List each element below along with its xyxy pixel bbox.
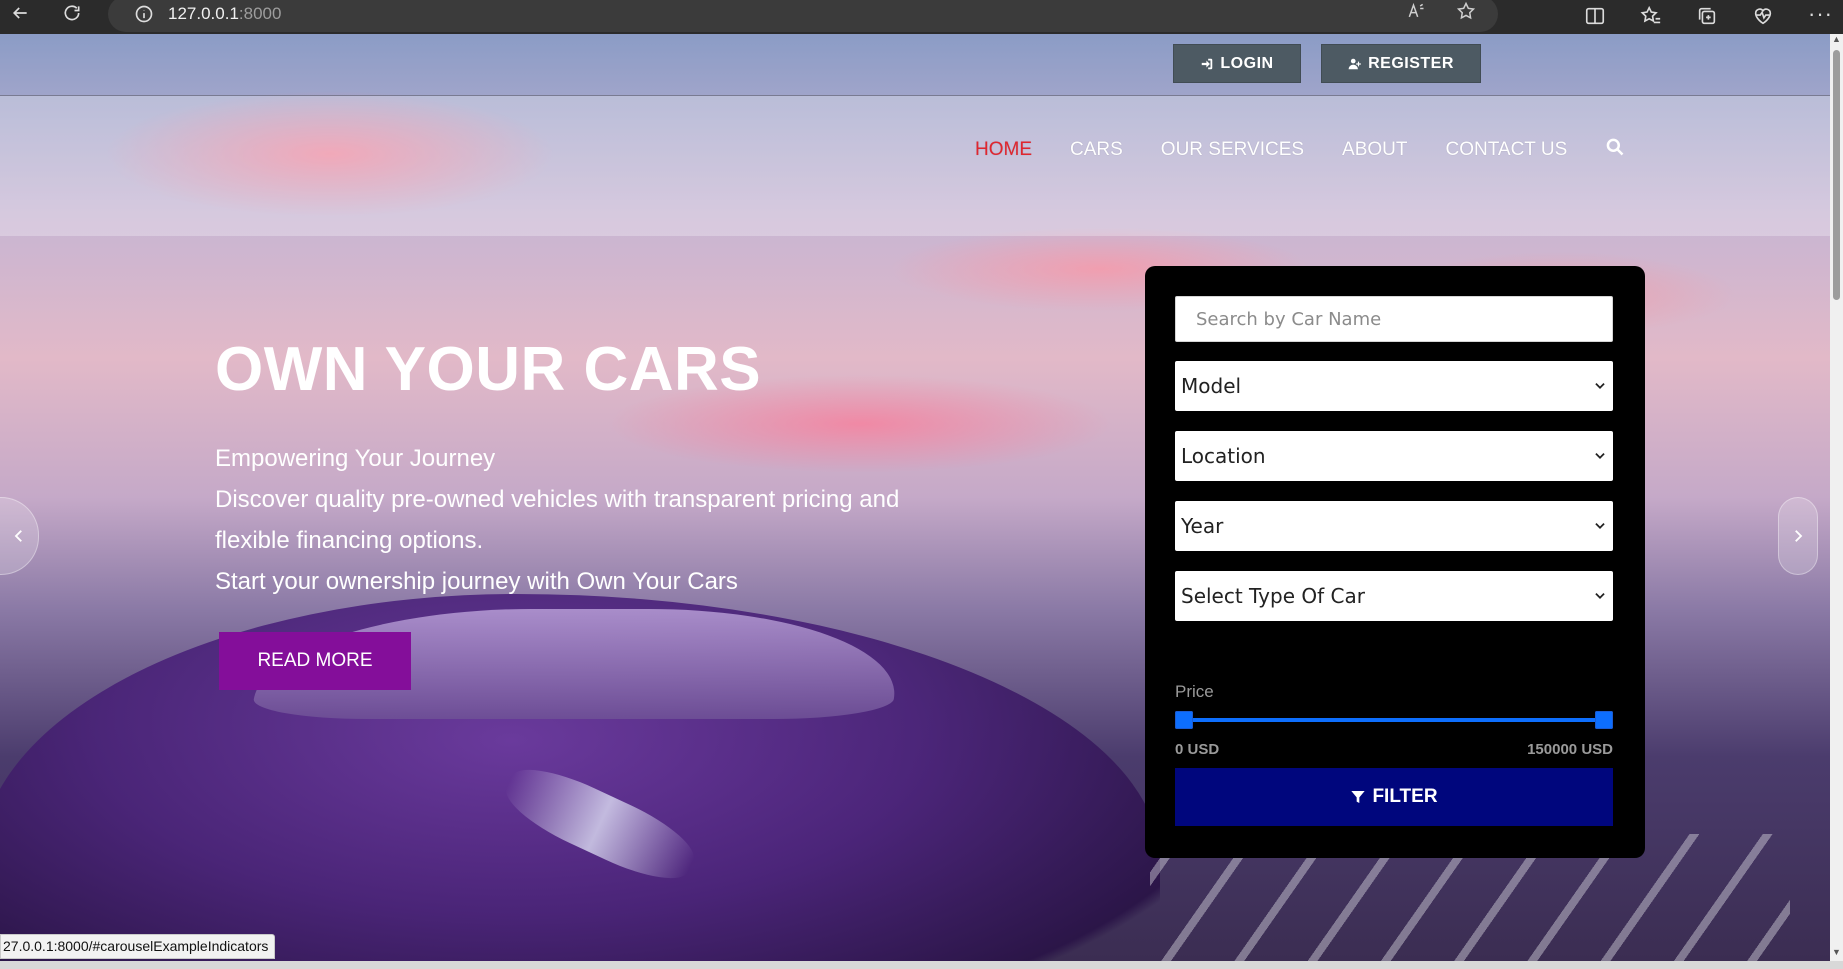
site-info-icon[interactable] (126, 4, 162, 24)
location-select[interactable]: Location (1175, 431, 1613, 481)
chevron-down-icon (1595, 383, 1605, 389)
scroll-thumb[interactable] (1833, 50, 1840, 300)
car-filter-panel: Model Location Year Select Type Of Car P… (1145, 266, 1645, 858)
login-button[interactable]: LOGIN (1173, 44, 1301, 83)
price-max-handle[interactable] (1595, 711, 1613, 729)
read-aloud-icon[interactable] (1406, 1, 1426, 26)
chevron-right-icon (1795, 530, 1803, 542)
price-slider-track (1181, 718, 1607, 722)
scroll-down-arrow-icon[interactable]: ▼ (1830, 947, 1843, 961)
header-band (0, 96, 1830, 236)
back-icon[interactable] (0, 0, 40, 30)
filter-button[interactable]: FILTER (1175, 768, 1613, 826)
price-min-value: 0 USD (1175, 741, 1220, 758)
car-name-search-input[interactable] (1175, 296, 1613, 342)
url-text: 127.0.0.1:8000 (168, 4, 282, 23)
price-max-value: 150000 USD (1527, 741, 1613, 758)
address-bar[interactable]: 127.0.0.1:8000 (108, 0, 1498, 32)
header-divider (0, 95, 1830, 96)
nav-our-services[interactable]: OUR SERVICES (1161, 139, 1304, 161)
model-select[interactable]: Model (1175, 361, 1613, 411)
chevron-down-icon (1595, 593, 1605, 599)
register-button[interactable]: REGISTER (1321, 44, 1481, 83)
browser-toolbar: 127.0.0.1:8000 ··· (0, 0, 1843, 34)
scroll-up-arrow-icon[interactable]: ▲ (1830, 34, 1843, 48)
favorite-star-icon[interactable] (1456, 1, 1476, 26)
nav-cars[interactable]: CARS (1070, 139, 1123, 161)
price-range-slider[interactable] (1175, 709, 1613, 731)
chevron-left-icon (14, 530, 22, 542)
refresh-icon[interactable] (52, 0, 92, 30)
hero-line-4: Start your ownership journey with Own Yo… (215, 568, 738, 595)
nav-contact-us[interactable]: CONTACT US (1446, 139, 1568, 161)
collections-icon[interactable] (1696, 5, 1718, 32)
login-label: LOGIN (1220, 54, 1274, 72)
car-type-select-value: Select Type Of Car (1181, 584, 1365, 608)
hero-description: Empowering Your Journey Discover quality… (215, 438, 899, 602)
year-select-value: Year (1181, 514, 1224, 538)
split-screen-icon[interactable] (1584, 5, 1606, 32)
status-bar-url: 27.0.0.1:8000/#carouselExampleIndicators (0, 934, 276, 959)
search-icon[interactable] (1605, 137, 1625, 162)
nav-about[interactable]: ABOUT (1342, 139, 1407, 161)
chevron-down-icon (1595, 453, 1605, 459)
hero-line-2: Discover quality pre-owned vehicles with… (215, 486, 900, 513)
more-options-icon[interactable]: ··· (1808, 3, 1833, 32)
hero-title: OWN YOUR CARS (215, 335, 762, 404)
filter-icon (1351, 791, 1366, 803)
page-scrollbar[interactable]: ▲ ▼ (1830, 34, 1843, 961)
main-navigation: HOME CARS OUR SERVICES ABOUT CONTACT US (975, 137, 1625, 162)
user-plus-icon (1348, 58, 1361, 69)
year-select[interactable]: Year (1175, 501, 1613, 551)
model-select-value: Model (1181, 374, 1242, 398)
favorites-icon[interactable] (1640, 5, 1662, 32)
car-type-select[interactable]: Select Type Of Car (1175, 571, 1613, 621)
read-more-button[interactable]: READ MORE (219, 632, 411, 690)
carousel-next-button[interactable] (1778, 497, 1818, 575)
price-label: Price (1175, 682, 1214, 701)
register-label: REGISTER (1368, 54, 1454, 72)
sign-in-icon (1202, 58, 1213, 69)
location-select-value: Location (1181, 444, 1266, 468)
window-bottom-edge (0, 961, 1843, 969)
browser-essentials-icon[interactable] (1752, 5, 1774, 32)
hero-line-3: flexible financing options. (215, 527, 484, 554)
chevron-down-icon (1595, 523, 1605, 529)
price-min-handle[interactable] (1175, 711, 1193, 729)
hero-line-1: Empowering Your Journey (215, 445, 496, 472)
page-viewport: LOGIN REGISTER HOME CARS OUR SERVICES AB… (0, 34, 1830, 961)
filter-button-label: FILTER (1372, 786, 1438, 807)
nav-home[interactable]: HOME (975, 139, 1032, 161)
